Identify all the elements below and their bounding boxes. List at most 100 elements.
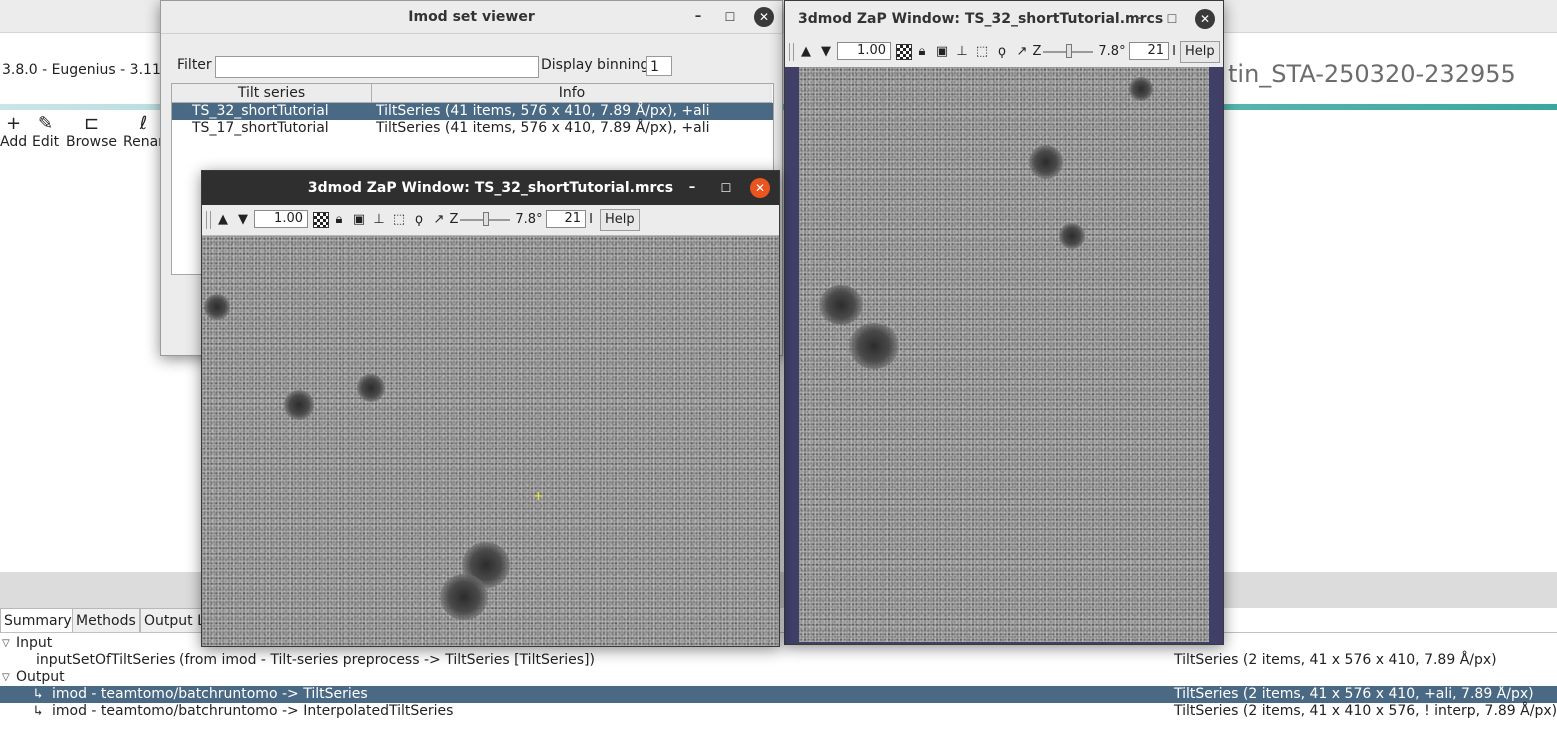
tab-methods[interactable]: Methods — [72, 608, 140, 633]
zap-right-toolbar: ▲ ▼ 1.00 🔒︎ ▣ ⊥ ⬚ ϙ ↗ Z 7.8° 21 I Help — [785, 37, 1223, 68]
image-frame — [785, 67, 1223, 644]
toolbar-grip[interactable] — [789, 43, 794, 61]
micrograph-image[interactable] — [799, 67, 1209, 642]
zap-window-front: 3dmod ZaP Window: TS_32_shortTutorial.mr… — [201, 170, 780, 647]
input-item-source: (from imod - Tilt-series preprocess -> T… — [179, 652, 595, 668]
output-node-label: Output — [16, 669, 65, 685]
zap-front-toolbar: ▲ ▼ 1.00 🔒︎ ▣ ⊥ ⬚ ϙ ↗ Z 7.8° 21 I Help — [202, 205, 779, 236]
section-up-icon[interactable]: ▲ — [799, 43, 813, 61]
output-node[interactable]: ▽ Output — [0, 669, 1557, 686]
help-button[interactable]: Help — [600, 209, 640, 231]
rename-label: Renar — [123, 134, 164, 150]
info-icon[interactable]: I — [588, 211, 594, 229]
rename-icon: ℓ — [139, 113, 148, 134]
rename-button[interactable]: ℓ Renar — [123, 113, 164, 151]
browse-button[interactable]: ⊏ Browse — [66, 113, 117, 151]
z-slider-handle[interactable] — [483, 212, 489, 226]
particle-blob — [819, 285, 863, 325]
help-button[interactable]: Help — [1180, 41, 1220, 63]
toolbar-grip[interactable] — [206, 211, 211, 229]
lock-icon[interactable]: 🔒︎ — [331, 211, 347, 229]
input-node-label: Input — [16, 635, 53, 651]
browse-label: Browse — [66, 134, 117, 150]
output-item-row[interactable]: ↳ imod - teamtomo/batchruntomo -> TiltSe… — [0, 686, 1557, 703]
zap-right-titlebar[interactable]: 3dmod ZaP Window: TS_32_shortTutorial.mr… — [785, 1, 1223, 37]
zoom-input[interactable]: 1.00 — [254, 210, 308, 228]
z-label: Z — [1032, 44, 1042, 59]
window-title: 3dmod ZaP Window: TS_32_shortTutorial.mr… — [307, 180, 674, 196]
display-binning-label: Display binning — [541, 57, 650, 73]
collapse-triangle-icon[interactable]: ▽ — [2, 669, 10, 686]
frame-icon[interactable]: ▣ — [934, 43, 950, 61]
version-label: 3.8.0 - Eugenius - 3.11.0 — [2, 62, 175, 78]
minimize-icon[interactable]: – — [1130, 10, 1148, 28]
minimize-icon[interactable]: – — [689, 8, 707, 26]
close-icon[interactable]: ✕ — [754, 7, 774, 27]
output-link-icon: ↳ — [34, 686, 43, 702]
zoom-input[interactable]: 1.00 — [837, 42, 891, 60]
lock-icon[interactable]: 🔒︎ — [914, 43, 930, 61]
section-down-icon[interactable]: ▼ — [819, 43, 833, 61]
output-item-name: imod - teamtomo/batchruntomo -> Interpol… — [52, 703, 454, 719]
micrograph-image[interactable]: + — [202, 236, 779, 646]
edit-button[interactable]: ✎ Edit — [32, 113, 60, 151]
close-icon[interactable]: ✕ — [1195, 9, 1215, 29]
arrow-icon[interactable]: ↗ — [431, 211, 447, 229]
section-down-icon[interactable]: ▼ — [236, 211, 250, 229]
tab-summary[interactable]: Summary — [0, 608, 76, 633]
section-input[interactable]: 21 — [546, 210, 586, 228]
close-icon[interactable]: ✕ — [750, 178, 770, 198]
arrow-icon[interactable]: ↗ — [1014, 43, 1030, 61]
particle-blob — [1059, 223, 1085, 249]
input-item-info: TiltSeries (2 items, 41 x 576 x 410, 7.8… — [1174, 652, 1497, 668]
particle-blob — [440, 574, 488, 620]
maximize-icon[interactable]: ☐ — [717, 179, 735, 197]
column-header-tilt-series[interactable]: Tilt series — [172, 84, 372, 103]
lasso-icon[interactable]: ϙ — [994, 43, 1010, 61]
rubberband-icon[interactable]: ⬚ — [391, 211, 407, 229]
checkerboard-icon[interactable] — [896, 44, 912, 60]
folder-icon: ⊏ — [83, 113, 100, 134]
row-info: TiltSeries (41 items, 576 x 410, 7.89 Å/… — [376, 103, 710, 119]
maximize-icon[interactable]: ☐ — [721, 8, 739, 26]
lasso-icon[interactable]: ϙ — [411, 211, 427, 229]
column-header-info[interactable]: Info — [372, 84, 772, 103]
particle-blob — [1029, 145, 1063, 179]
particle-blob — [849, 323, 899, 369]
output-item-row[interactable]: ↳ imod - teamtomo/batchruntomo -> Interp… — [0, 703, 1557, 720]
section-up-icon[interactable]: ▲ — [216, 211, 230, 229]
display-binning-input[interactable]: 1 — [646, 56, 672, 76]
checkerboard-icon[interactable] — [313, 212, 329, 228]
tilt-angle: 7.8° — [1098, 44, 1126, 59]
z-slider-handle[interactable] — [1066, 44, 1072, 58]
rubberband-icon[interactable]: ⬚ — [974, 43, 990, 61]
add-button[interactable]: + Add — [0, 114, 27, 151]
pencil-icon: ✎ — [38, 113, 54, 134]
imod-viewer-titlebar[interactable]: Imod set viewer – ☐ ✕ — [161, 1, 782, 34]
project-title: tin_STA-250320-232955 — [1228, 60, 1516, 88]
table-row[interactable]: TS_32_shortTutorial TiltSeries (41 items… — [172, 103, 773, 120]
row-name: TS_17_shortTutorial — [192, 120, 329, 136]
pin-icon[interactable]: ⊥ — [371, 211, 387, 229]
edit-label: Edit — [32, 134, 60, 150]
row-name: TS_32_shortTutorial — [192, 103, 329, 119]
tilt-angle: 7.8° — [515, 212, 543, 227]
input-item-row[interactable]: inputSetOfTiltSeries (from imod - Tilt-s… — [0, 652, 1557, 669]
tab-output-log[interactable]: Output L — [140, 608, 209, 633]
section-input[interactable]: 21 — [1129, 42, 1169, 60]
crosshair-cursor-icon: + — [533, 489, 544, 504]
z-label: Z — [449, 212, 459, 227]
particle-blob — [1129, 77, 1153, 101]
filter-label: Filter — [177, 57, 212, 73]
particle-blob — [284, 390, 314, 420]
maximize-icon[interactable]: ☐ — [1163, 10, 1181, 28]
zap-front-titlebar[interactable]: 3dmod ZaP Window: TS_32_shortTutorial.mr… — [202, 171, 779, 205]
minimize-icon[interactable]: – — [683, 179, 701, 197]
pin-icon[interactable]: ⊥ — [954, 43, 970, 61]
collapse-triangle-icon[interactable]: ▽ — [2, 635, 10, 652]
frame-icon[interactable]: ▣ — [351, 211, 367, 229]
table-row[interactable]: TS_17_shortTutorial TiltSeries (41 items… — [172, 120, 773, 137]
filter-input[interactable] — [215, 56, 539, 78]
info-icon[interactable]: I — [1171, 43, 1177, 61]
output-item-info: TiltSeries (2 items, 41 x 410 x 576, ! i… — [1174, 703, 1557, 719]
